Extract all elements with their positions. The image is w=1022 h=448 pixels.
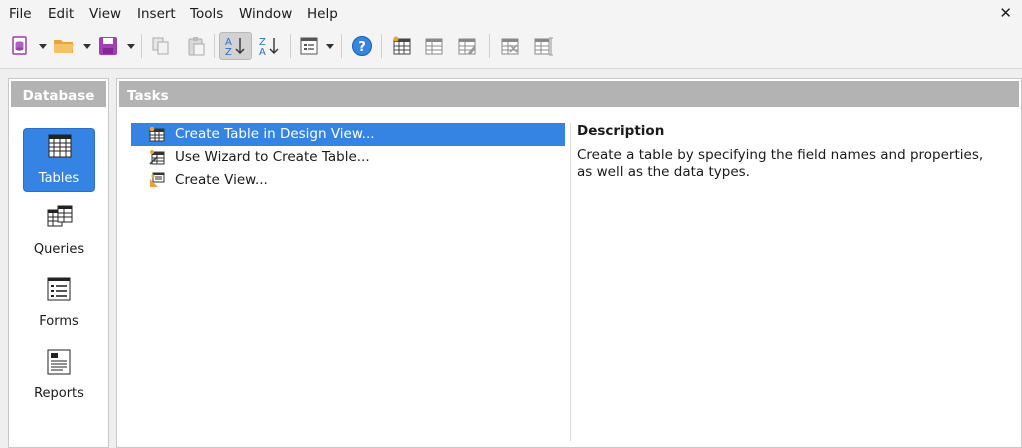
toolbar-separator [381, 34, 382, 58]
description-text: Create a table by specifying the field n… [577, 147, 984, 180]
svg-text:Z: Z [225, 47, 232, 57]
menu-bar: File Edit View Insert Tools Window Help … [0, 0, 1022, 26]
task-label: Use Wizard to Create Table... [175, 149, 370, 165]
database-pane-header: Database [9, 79, 108, 109]
database-pane: Database Tables Queries Forms Reports [8, 78, 109, 448]
db-item-tables[interactable]: Tables [23, 128, 95, 192]
new-dropdown-icon[interactable] [39, 44, 47, 49]
menu-tools[interactable]: Tools [190, 6, 223, 22]
task-create-view[interactable]: Create View... [131, 169, 565, 192]
rename-table-icon[interactable] [529, 32, 557, 60]
copy-icon[interactable] [147, 32, 175, 60]
description-title: Description [577, 123, 665, 139]
wizard-icon [149, 149, 165, 165]
create-view-icon [149, 172, 165, 188]
menu-edit[interactable]: Edit [48, 6, 74, 22]
svg-text:?: ? [358, 40, 366, 55]
edit-table-icon[interactable] [453, 32, 481, 60]
open-folder-icon[interactable] [50, 32, 78, 60]
paste-icon[interactable] [182, 32, 210, 60]
toolbar: AZ ZA ? [0, 26, 1022, 69]
db-item-queries[interactable]: Queries [23, 200, 95, 264]
table-icon[interactable] [420, 32, 448, 60]
db-item-queries-label: Queries [33, 242, 85, 257]
sort-ascending-icon[interactable]: AZ [219, 32, 252, 60]
db-item-reports-label: Reports [34, 386, 84, 401]
form-view-icon[interactable] [295, 32, 323, 60]
toolbar-separator [341, 34, 342, 58]
new-document-icon[interactable] [6, 32, 34, 60]
svg-text:A: A [259, 47, 266, 57]
toolbar-separator [214, 34, 215, 58]
menu-window[interactable]: Window [239, 6, 292, 22]
task-list: Create Table in Design View... Use Wizar… [131, 123, 565, 192]
table-design-icon[interactable] [388, 32, 416, 60]
menu-help[interactable]: Help [307, 6, 338, 22]
task-use-wizard-create-table[interactable]: Use Wizard to Create Table... [131, 146, 565, 169]
task-create-table-design-view[interactable]: Create Table in Design View... [131, 123, 565, 146]
tables-icon [48, 133, 72, 163]
reports-icon [47, 348, 71, 380]
help-icon[interactable]: ? [348, 32, 376, 60]
design-view-icon [149, 126, 165, 142]
tasks-pane-header: Tasks [117, 79, 1021, 109]
toolbar-separator [141, 34, 142, 58]
db-item-forms[interactable]: Forms [23, 272, 95, 336]
db-item-tables-label: Tables [38, 171, 80, 186]
toolbar-separator [290, 34, 291, 58]
close-document-icon[interactable]: ✕ [999, 4, 1012, 22]
toolbar-separator [489, 34, 490, 58]
tasks-divider [570, 123, 571, 441]
menu-view[interactable]: View [89, 6, 121, 22]
db-item-reports[interactable]: Reports [23, 344, 95, 408]
menu-insert[interactable]: Insert [137, 6, 176, 22]
save-icon[interactable] [94, 32, 122, 60]
delete-table-icon[interactable] [496, 32, 524, 60]
open-dropdown-icon[interactable] [83, 44, 91, 49]
tasks-pane: Tasks Create Table in Design View... Use… [116, 78, 1022, 448]
task-label: Create View... [175, 172, 268, 188]
save-dropdown-icon[interactable] [127, 44, 135, 49]
queries-icon [47, 204, 73, 234]
sort-descending-icon[interactable]: ZA [255, 32, 285, 60]
task-label: Create Table in Design View... [175, 126, 375, 142]
forms-icon [47, 276, 71, 306]
db-item-forms-label: Forms [39, 314, 79, 329]
menu-file[interactable]: File [9, 6, 32, 22]
form-view-dropdown-icon[interactable] [326, 44, 334, 49]
